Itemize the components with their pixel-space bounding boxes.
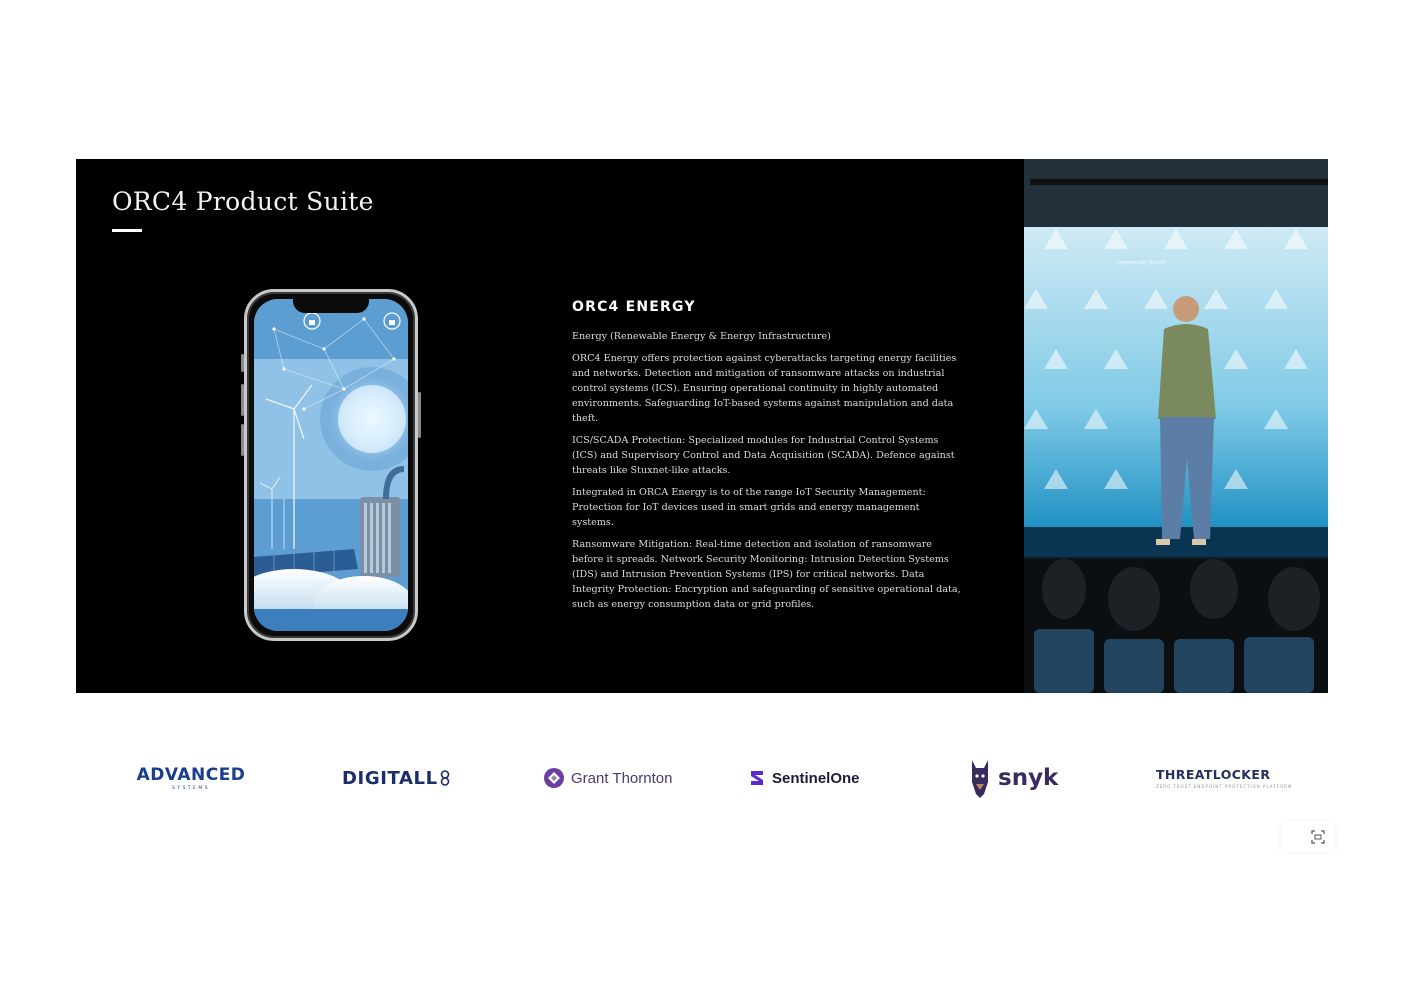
paragraph: Ransomware Mitigation: Real-time detecti…: [572, 539, 961, 610]
phone-screen: [254, 299, 408, 631]
phone-button: [418, 392, 421, 438]
snyk-doberman-icon: [972, 760, 988, 798]
speaker-camera-feed: Cybersecurity Summit: [1024, 159, 1328, 693]
logo-snyk: snyk: [968, 750, 1058, 806]
logo-advanced: ADVANCED SYSTEMS: [130, 750, 252, 806]
digitall-infinity-icon: [440, 770, 449, 786]
backdrop-label: Cybersecurity Summit: [1116, 260, 1166, 266]
logo-digitall: DIGITALL: [342, 750, 452, 806]
advanced-logo-text: ADVANCED: [136, 765, 246, 785]
threatlocker-logo-text: THREATLOCKER: [1156, 767, 1271, 782]
phone-button: [241, 384, 244, 416]
product-description: ORC4 ENERGY Energy (Renewable Energy & E…: [572, 299, 964, 619]
energy-illustration: [254, 299, 408, 631]
phone-button: [241, 424, 244, 456]
capture-icon: [1311, 830, 1325, 844]
logo-threatlocker: THREATLOCKER ZERO TRUST ENDPOINT PROTECT…: [1156, 750, 1292, 806]
slide-title: ORC4 Product Suite: [112, 187, 374, 216]
capture-button[interactable]: [1281, 822, 1335, 852]
sponsor-bar: ADVANCED SYSTEMS DIGITALL Grant Thornton…: [0, 750, 1404, 806]
digitall-logo-text: DIGITALL: [342, 767, 438, 789]
sentinelone-mark-icon: [751, 771, 763, 785]
snyk-logo-text: snyk: [998, 765, 1059, 791]
phone-notch: [293, 299, 369, 313]
threatlocker-logo-subtext: ZERO TRUST ENDPOINT PROTECTION PLATFORM: [1156, 784, 1293, 789]
speaker-scene: Cybersecurity Summit: [1024, 159, 1328, 693]
paragraph: ICS/SCADA Protection: Specialized module…: [572, 435, 955, 476]
phone-button: [241, 354, 244, 372]
grant-thornton-logo-text: Grant Thornton: [571, 769, 673, 787]
logo-grant-thornton: Grant Thornton: [543, 750, 672, 806]
subtitle: Energy (Renewable Energy & Energy Infras…: [572, 331, 831, 342]
presentation-slide: ORC4 Product Suite ORC4 ENERGY Energy (R…: [76, 159, 1024, 693]
logo-sentinelone: SentinelOne: [748, 750, 860, 806]
paragraph: Integrated in ORCA Energy is to of the r…: [572, 487, 926, 528]
advanced-logo-subtext: SYSTEMS: [171, 786, 211, 791]
section-heading: ORC4 ENERGY: [572, 299, 696, 315]
phone-mockup: [241, 289, 421, 641]
video-frame: ORC4 Product Suite ORC4 ENERGY Energy (R…: [76, 159, 1328, 693]
title-underline: [112, 229, 142, 232]
sentinelone-logo-text: SentinelOne: [772, 769, 860, 787]
grant-thornton-mark-icon: [544, 768, 564, 788]
paragraph: ORC4 Energy offers protection against cy…: [572, 353, 957, 424]
